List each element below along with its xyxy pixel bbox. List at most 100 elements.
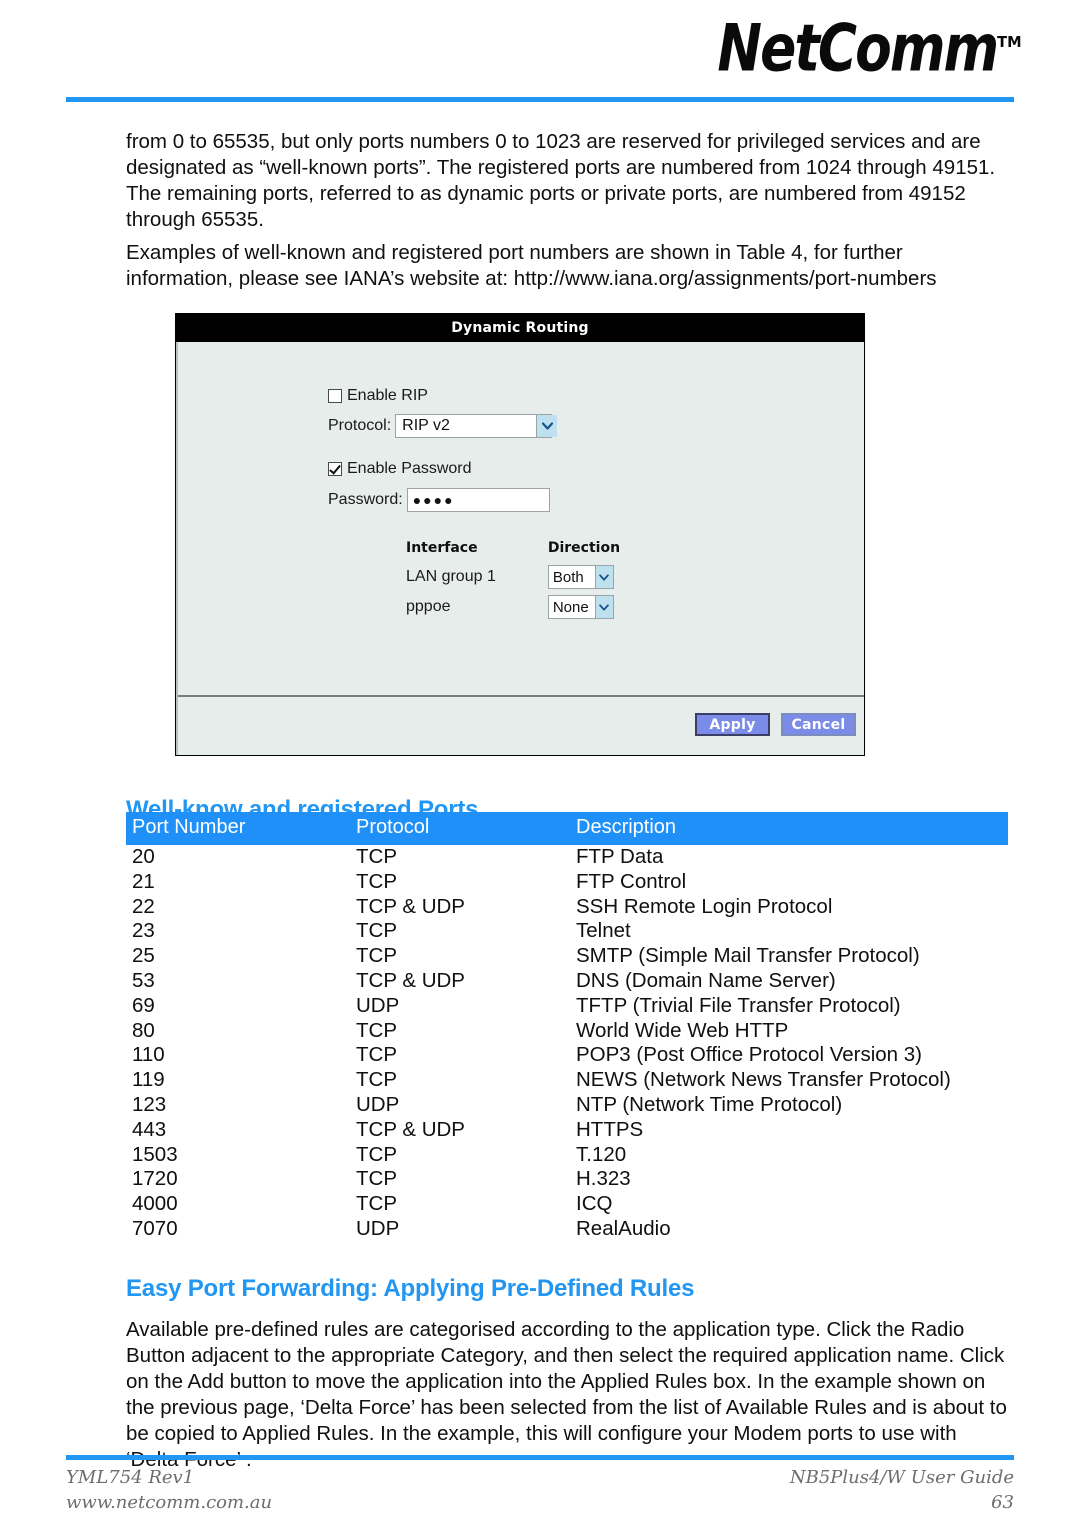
- panel-form-area: Enable RIP Protocol: RIP v2 Enable Passw…: [178, 342, 864, 697]
- description-cell: RealAudio: [576, 1216, 671, 1240]
- easy-port-forwarding-paragraph: Available pre-defined rules are categori…: [126, 1317, 1007, 1471]
- protocol-select[interactable]: RIP v2: [395, 414, 558, 438]
- protocol-cell: TCP: [356, 869, 397, 893]
- panel-title-bar: Dynamic Routing: [176, 314, 864, 342]
- port-number-cell: 53: [132, 968, 155, 992]
- port-number-cell: 123: [132, 1092, 167, 1116]
- table-row: 1720 TCP H.323: [126, 1167, 1008, 1192]
- enable-password-label: Enable Password: [347, 460, 472, 477]
- description-column-header: Description: [576, 812, 1008, 845]
- ports-table-header-row: Port Number Protocol Description: [126, 812, 1008, 845]
- protocol-label: Protocol:: [328, 417, 392, 434]
- table-row: 22 TCP & UDP SSH Remote Login Protocol: [126, 895, 1008, 920]
- interface-column-header: Interface: [406, 540, 478, 556]
- protocol-cell: UDP: [356, 993, 400, 1017]
- direction-column-header: Direction: [547, 540, 621, 556]
- ports-table-body: 20 TCP FTP Data 21 TCP FTP Control 22 TCP & UDP…: [126, 845, 1008, 1242]
- description-cell: DNS (Domain Name Server): [576, 968, 836, 992]
- port-number-cell: 20: [132, 845, 155, 868]
- protocol-cell: TCP: [356, 1142, 397, 1166]
- protocol-row: Protocol: RIP v2: [328, 414, 558, 438]
- port-number-cell: 25: [132, 944, 155, 968]
- password-input[interactable]: ●●●●: [406, 488, 550, 512]
- header-divider-rule: [66, 97, 1014, 102]
- trademark-symbol: TM: [997, 32, 1022, 51]
- table-row: 7070 UDP RealAudio: [126, 1217, 1008, 1242]
- password-row: Password: ●●●●: [328, 488, 550, 512]
- description-cell: NTP (Network Time Protocol): [576, 1092, 843, 1116]
- panel-button-group: Apply Cancel: [695, 713, 856, 736]
- panel-footer-area: Apply Cancel: [178, 697, 864, 753]
- protocol-cell: TCP: [356, 944, 397, 968]
- direction-cell: None: [496, 592, 620, 622]
- protocol-cell: UDP: [356, 1216, 400, 1240]
- page-header: NetCommTM: [0, 0, 1080, 100]
- brand-name: NetComm: [717, 10, 1000, 86]
- direction-select-pppoe[interactable]: None: [547, 595, 614, 619]
- protocol-select-value: RIP v2: [402, 417, 450, 434]
- panel-body: Enable RIP Protocol: RIP v2 Enable Passw…: [176, 342, 864, 755]
- description-cell: NEWS (Network News Transfer Protocol): [576, 1068, 951, 1092]
- direction-select-value: Both: [552, 568, 584, 586]
- cancel-button[interactable]: Cancel: [781, 713, 856, 736]
- interface-direction-table: Interface Direction LAN group 1 Both ppp…: [406, 540, 620, 622]
- port-number-cell: 4000: [132, 1192, 178, 1216]
- ports-table: Port Number Protocol Description 20 TCP FT…: [126, 812, 1008, 1242]
- port-number-cell: 1503: [132, 1142, 178, 1166]
- protocol-cell: TCP & UDP: [356, 1117, 465, 1141]
- table-row: pppoe None: [406, 592, 620, 622]
- enable-rip-label: Enable RIP: [347, 387, 428, 404]
- enable-rip-row: Enable RIP: [328, 387, 428, 405]
- document-reference: YML754 Rev1: [66, 1467, 195, 1488]
- table-row: 53 TCP & UDP DNS (Domain Name Server): [126, 969, 1008, 994]
- protocol-cell: TCP: [356, 1192, 397, 1216]
- port-number-cell: 1720: [132, 1167, 178, 1191]
- protocol-cell: TCP & UDP: [356, 968, 465, 992]
- netcomm-logo: NetCommTM: [718, 16, 1022, 81]
- description-cell: T.120: [576, 1142, 627, 1166]
- table-row: 4000 TCP ICQ: [126, 1192, 1008, 1217]
- chevron-down-icon: [594, 596, 613, 618]
- product-guide-name: NB5Plus4/W User Guide: [789, 1467, 1014, 1488]
- description-cell: FTP Control: [576, 869, 687, 893]
- table-row: 80 TCP World Wide Web HTTP: [126, 1019, 1008, 1044]
- table-row: 110 TCP POP3 (Post Office Protocol Version…: [126, 1043, 1008, 1068]
- password-label: Password:: [328, 491, 403, 508]
- table-row: 21 TCP FTP Control: [126, 870, 1008, 895]
- apply-button[interactable]: Apply: [695, 713, 770, 736]
- table-row: 1503 TCP T.120: [126, 1143, 1008, 1168]
- port-number-cell: 119: [132, 1068, 165, 1092]
- description-cell: SSH Remote Login Protocol: [576, 894, 833, 918]
- intro-paragraph-1: from 0 to 65535, but only ports numbers …: [126, 129, 996, 231]
- direction-select-lan-group-1[interactable]: Both: [547, 565, 614, 589]
- footer-right-block: NB5Plus4/W User Guide 63: [790, 1465, 1014, 1515]
- easy-port-forwarding-heading: Easy Port Forwarding: Applying Pre-Defin…: [126, 1274, 695, 1302]
- panel-title: Dynamic Routing: [451, 320, 589, 336]
- port-number-cell: 23: [132, 919, 155, 943]
- protocol-cell: TCP: [356, 919, 397, 943]
- protocol-cell: TCP: [356, 1068, 397, 1092]
- port-number-cell: 80: [132, 1018, 155, 1042]
- port-number-cell: 443: [132, 1117, 167, 1141]
- port-number-cell: 21: [132, 869, 155, 893]
- table-row: 443 TCP & UDP HTTPS: [126, 1118, 1008, 1143]
- enable-rip-checkbox[interactable]: [328, 389, 342, 403]
- table-row: 69 UDP TFTP (Trivial File Transfer Protoco…: [126, 994, 1008, 1019]
- table-row: 25 TCP SMTP (Simple Mail Transfer Protocol…: [126, 944, 1008, 969]
- interface-name: pppoe: [406, 598, 451, 615]
- direction-cell: Both: [496, 562, 620, 592]
- interface-name: LAN group 1: [406, 568, 496, 585]
- protocol-cell: TCP & UDP: [356, 894, 465, 918]
- table-row: 123 UDP NTP (Network Time Protocol): [126, 1093, 1008, 1118]
- port-number-cell: 69: [132, 993, 155, 1017]
- website-url: www.netcomm.com.au: [66, 1492, 273, 1513]
- chevron-down-icon: [536, 415, 558, 437]
- protocol-cell: TCP: [356, 1167, 397, 1191]
- description-cell: POP3 (Post Office Protocol Version 3): [576, 1043, 922, 1067]
- description-cell: H.323: [576, 1167, 631, 1191]
- enable-password-checkbox[interactable]: [328, 462, 342, 476]
- enable-password-row: Enable Password: [328, 460, 472, 478]
- description-cell: SMTP (Simple Mail Transfer Protocol): [576, 944, 920, 968]
- port-number-column-header: Port Number: [126, 812, 356, 845]
- description-cell: World Wide Web HTTP: [576, 1018, 789, 1042]
